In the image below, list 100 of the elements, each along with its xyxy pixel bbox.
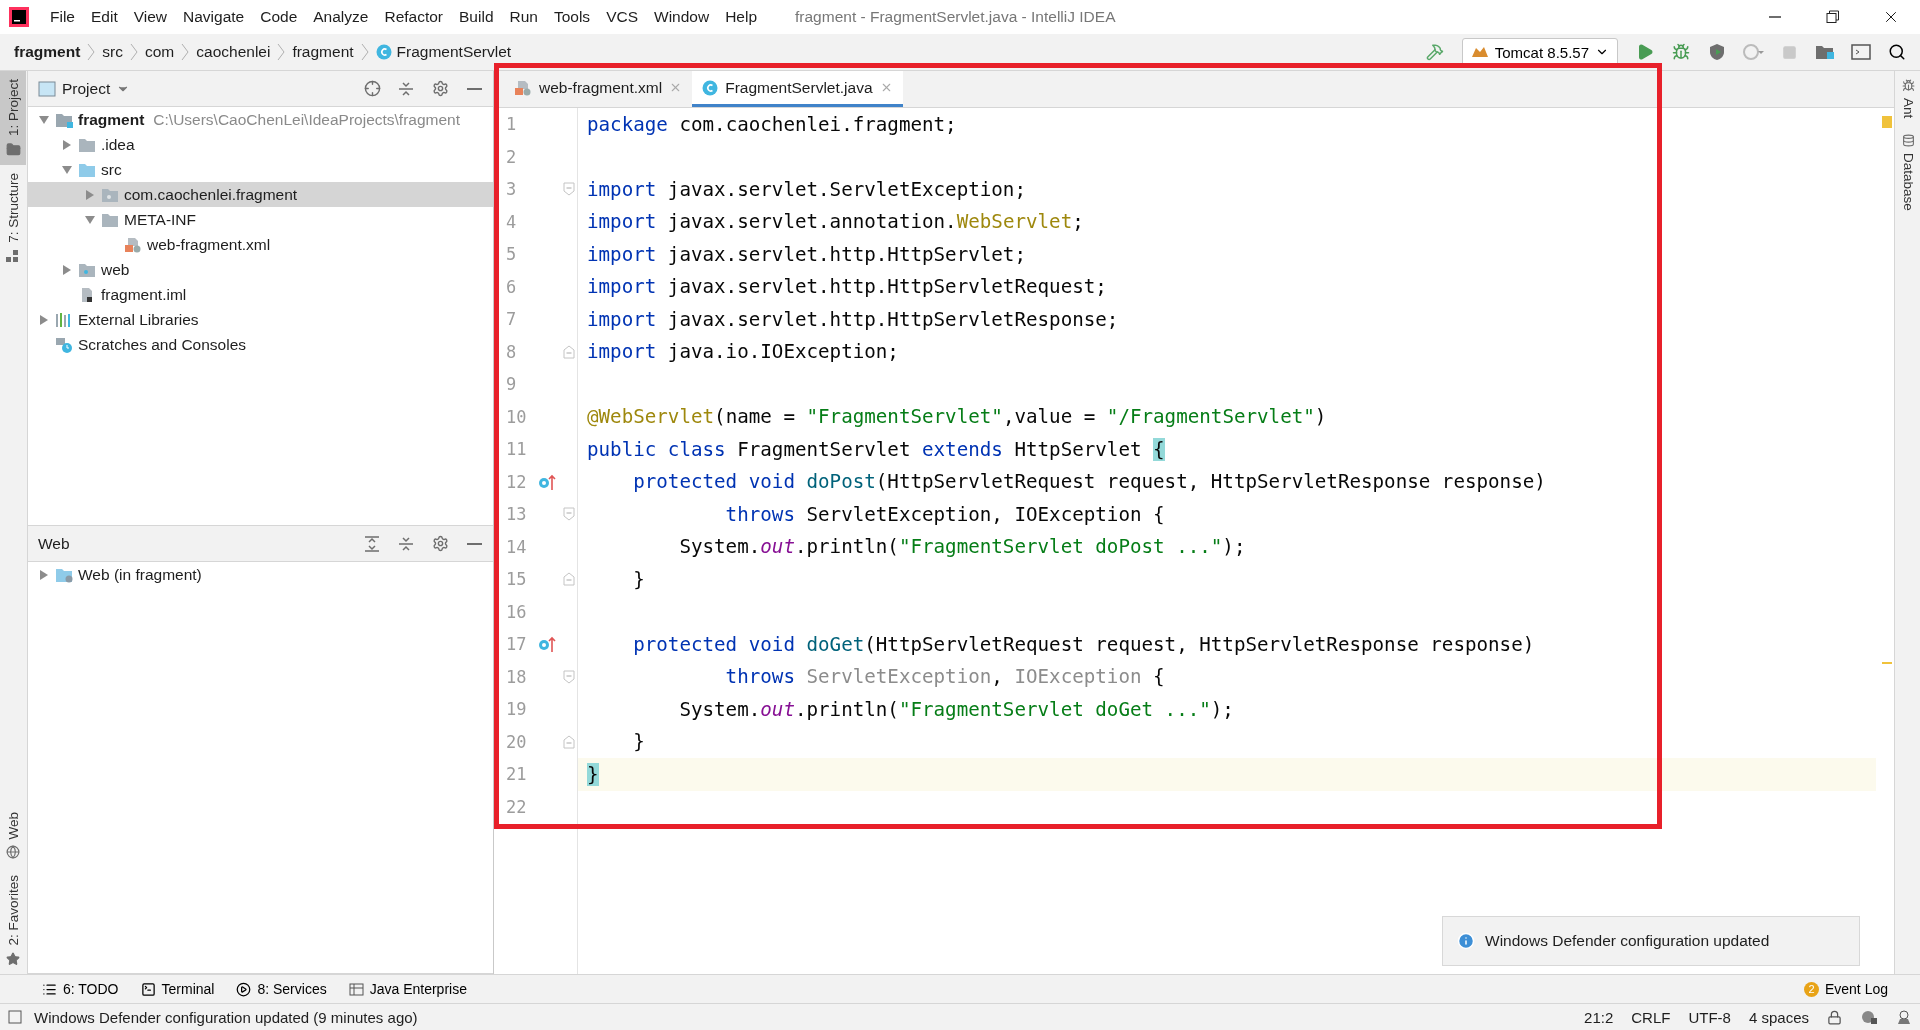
collapse-icon bbox=[398, 535, 414, 552]
gauge-icon bbox=[1742, 43, 1764, 61]
tree-item[interactable]: src bbox=[28, 157, 493, 182]
tree-item[interactable]: fragment C:\Users\CaoChenLei\IdeaProjects\fragment bbox=[28, 107, 493, 132]
structure-icon bbox=[6, 248, 20, 263]
tool-window-tab[interactable]: Database bbox=[1895, 126, 1920, 220]
project-view-selector[interactable]: Project bbox=[38, 79, 131, 98]
line-number: 21 bbox=[506, 764, 528, 785]
lock-icon bbox=[1827, 1009, 1842, 1025]
breadcrumb[interactable]: FragmentServlet bbox=[375, 43, 512, 61]
tree-item[interactable]: com.caochenlei.fragment bbox=[28, 182, 493, 207]
class-icon bbox=[702, 79, 719, 96]
menu-item[interactable]: Refactor bbox=[376, 8, 452, 26]
tool-window-button[interactable]: 8: Services bbox=[232, 979, 331, 999]
menu-item[interactable]: Code bbox=[252, 8, 306, 26]
editor-tab[interactable]: web-fragment.xml bbox=[504, 71, 693, 107]
breadcrumb[interactable]: caochenlei bbox=[196, 43, 271, 61]
menu-item[interactable]: Run bbox=[501, 8, 546, 26]
tool-window-button[interactable]: Java Enterprise bbox=[344, 979, 471, 999]
menu-item[interactable]: View bbox=[125, 8, 176, 26]
status-item[interactable]: 4 spaces bbox=[1748, 1008, 1809, 1026]
tree-item[interactable]: META-INF bbox=[28, 207, 493, 232]
tree-item[interactable]: Scratches and Consoles bbox=[28, 332, 493, 357]
status-item[interactable]: CRLF bbox=[1631, 1008, 1671, 1026]
web-folder-icon bbox=[78, 261, 96, 278]
breadcrumb[interactable]: com bbox=[145, 43, 175, 61]
play-circle-icon bbox=[236, 981, 252, 997]
menu-item[interactable]: Build bbox=[451, 8, 502, 26]
xml-file-icon bbox=[514, 79, 532, 96]
menu-item[interactable]: Navigate bbox=[175, 8, 253, 26]
tree-item[interactable]: web-fragment.xml bbox=[28, 232, 493, 257]
panel-icon bbox=[38, 80, 56, 97]
breadcrumb[interactable]: src bbox=[102, 43, 123, 61]
info-icon bbox=[1457, 932, 1475, 950]
line-number: 7 bbox=[506, 309, 518, 330]
menu-item[interactable]: Analyze bbox=[305, 8, 377, 26]
code-line: System.out.println("FragmentServlet doGet ..."); bbox=[678, 696, 1235, 723]
tree-item[interactable]: External Libraries bbox=[28, 307, 493, 332]
run-configuration-dropdown[interactable]: Tomcat 8.5.57 bbox=[1461, 38, 1618, 66]
web-module-icon bbox=[55, 566, 73, 583]
panel-title: Web bbox=[38, 534, 70, 553]
tool-window-tab[interactable]: 7: Structure bbox=[0, 165, 26, 271]
code-line: import javax.servlet.ServletException; bbox=[586, 176, 1027, 203]
event-log-button[interactable]: 2 Event Log bbox=[1799, 979, 1892, 999]
tool-window-tab[interactable]: Web bbox=[0, 803, 26, 868]
line-number: 3 bbox=[506, 179, 518, 200]
tool-window-button[interactable]: Terminal bbox=[136, 979, 219, 999]
code-line: throws ServletException, IOException { bbox=[724, 501, 1166, 528]
code-line: public class FragmentServlet extends HttpServlet { bbox=[586, 436, 1166, 463]
menu-item[interactable]: Tools bbox=[545, 8, 599, 26]
chevron-icon bbox=[129, 43, 139, 61]
minimize-icon bbox=[466, 87, 482, 90]
line-number: 6 bbox=[506, 276, 518, 297]
status-item[interactable]: UTF-8 bbox=[1688, 1008, 1731, 1026]
line-number: 12 bbox=[506, 471, 528, 492]
bug-icon bbox=[1672, 43, 1690, 61]
tree-item[interactable]: fragment.iml bbox=[28, 282, 493, 307]
tool-window-tab[interactable]: 2: Favorites bbox=[0, 867, 26, 974]
crosshair-icon bbox=[363, 80, 381, 97]
editor-tab[interactable]: FragmentServlet.java bbox=[692, 71, 903, 107]
tree-item[interactable]: web bbox=[28, 257, 493, 282]
tree-item[interactable]: .idea bbox=[28, 132, 493, 157]
menu-item[interactable]: File bbox=[42, 8, 83, 26]
code-line: protected void doPost(HttpServletRequest request, HttpServletResponse response) bbox=[632, 469, 1547, 496]
line-number: 9 bbox=[506, 374, 518, 395]
status-message: Windows Defender configuration updated (9 minutes ago) bbox=[34, 1008, 418, 1026]
status-item[interactable]: 21:2 bbox=[1584, 1008, 1614, 1026]
grid-icon bbox=[348, 981, 364, 997]
tool-window-tab[interactable]: Ant bbox=[1895, 71, 1920, 127]
folder-icon bbox=[101, 211, 119, 228]
module-folder-icon bbox=[55, 111, 73, 128]
star-icon bbox=[6, 952, 20, 966]
line-number: 2 bbox=[506, 146, 518, 167]
module-name: fragment bbox=[78, 110, 145, 129]
chevron-icon bbox=[86, 43, 97, 61]
tool-window-button[interactable]: 6: TODO bbox=[38, 979, 123, 999]
line-number: 1 bbox=[506, 114, 518, 135]
folder-icon bbox=[78, 136, 96, 153]
window-title: fragment - FragmentServlet.java - IntelliJ IDEA bbox=[795, 8, 1116, 26]
expand-icon bbox=[364, 535, 380, 552]
tree-item[interactable]: Web (in fragment) bbox=[28, 562, 493, 587]
menu-item[interactable]: Edit bbox=[83, 8, 126, 26]
code-line: @WebServlet(name = "FragmentServlet",value = "/FragmentServlet") bbox=[586, 404, 1328, 431]
tomcat-icon bbox=[1470, 45, 1489, 59]
breadcrumb[interactable]: fragment bbox=[292, 43, 354, 61]
window-icon bbox=[1851, 43, 1871, 61]
menu-item[interactable]: VCS bbox=[598, 8, 646, 26]
breadcrumb[interactable]: fragment bbox=[14, 43, 81, 61]
code-line: import java.io.IOException; bbox=[586, 339, 900, 366]
hammer-icon bbox=[1425, 43, 1444, 61]
scratches-icon bbox=[55, 336, 73, 353]
line-number: 8 bbox=[506, 341, 518, 362]
line-number: 5 bbox=[506, 244, 518, 265]
project-path: C:\Users\CaoChenLei\IdeaProjects\fragment bbox=[153, 110, 461, 129]
tool-window-tab[interactable]: 1: Project bbox=[0, 71, 26, 166]
menu-item[interactable]: Window bbox=[646, 8, 718, 26]
code-line: import javax.servlet.annotation.WebServlet; bbox=[586, 209, 1085, 236]
folder-grid-icon bbox=[1815, 43, 1835, 61]
menu-item[interactable]: Help bbox=[717, 8, 766, 26]
code-line: } bbox=[632, 566, 646, 593]
